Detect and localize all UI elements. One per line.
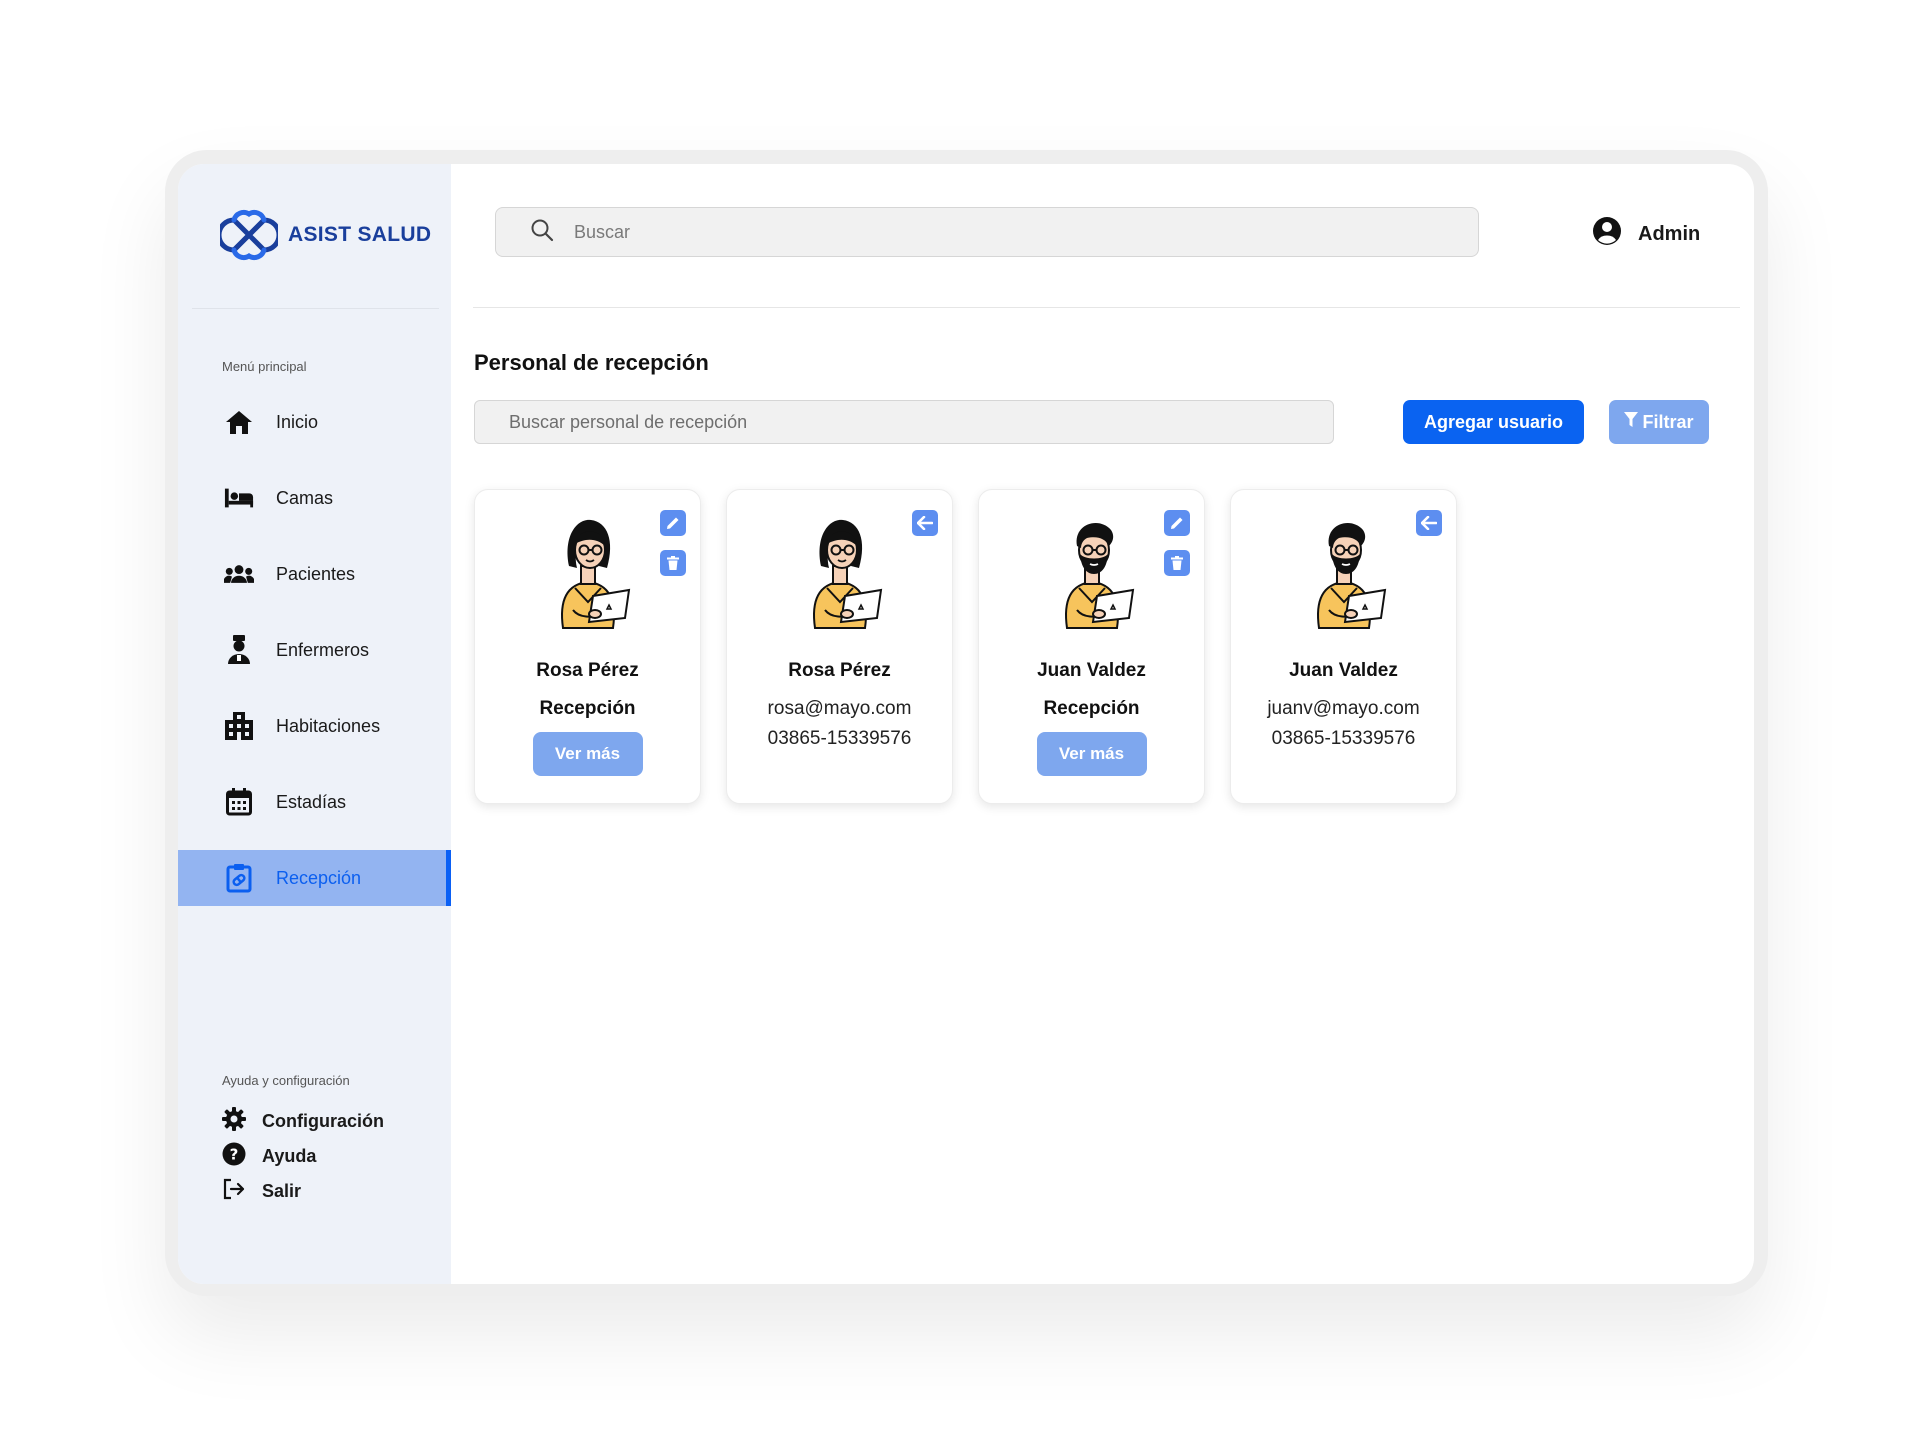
- staff-name: Rosa Pérez: [536, 660, 639, 681]
- staff-role: Recepción: [1043, 698, 1140, 719]
- man-laptop-avatar: [1316, 523, 1386, 629]
- staff-name: Rosa Pérez: [788, 660, 891, 681]
- help-item-label: Ayuda: [262, 1146, 317, 1166]
- sidebar-item-label: Recepción: [276, 867, 362, 888]
- sidebar-item-camas[interactable]: Camas: [178, 470, 451, 526]
- back-button[interactable]: [912, 510, 938, 536]
- back-button[interactable]: [1416, 510, 1442, 536]
- sidebar-item-label: Enfermeros: [276, 639, 370, 660]
- staff-card[interactable]: Juan Valdez juanv@mayo.com 03865-1533957…: [1230, 489, 1457, 804]
- bed-icon: [224, 483, 254, 513]
- sidebar: ASIST SALUD Menú principal Inicio Camas: [178, 164, 451, 1284]
- search-icon: [530, 218, 554, 247]
- edit-button[interactable]: [1164, 510, 1190, 536]
- staff-phone: 03865-15339576: [1271, 728, 1416, 749]
- sidebar-divider: [192, 308, 439, 309]
- users-icon: [224, 559, 254, 589]
- filter-label: Filtrar: [1642, 411, 1694, 432]
- question-icon: ?: [222, 1142, 246, 1171]
- sidebar-item-configuracion[interactable]: Configuración: [222, 1104, 384, 1139]
- staff-card[interactable]: Rosa Pérez rosa@mayo.com 03865-15339576: [726, 489, 953, 804]
- sidebar-item-inicio[interactable]: Inicio: [178, 394, 451, 450]
- user-name: Admin: [1638, 222, 1701, 245]
- back-arrow-icon: [917, 516, 933, 530]
- sidebar-item-label: Camas: [276, 487, 334, 508]
- home-icon: [224, 407, 254, 437]
- woman-laptop-avatar: [812, 519, 882, 629]
- staff-card-list: Rosa Pérez Recepción Ver más Rosa Pérez …: [474, 489, 1457, 804]
- sidebar-item-label: Estadías: [276, 791, 347, 812]
- logo-icon: [220, 210, 278, 260]
- user-menu[interactable]: Admin: [1592, 216, 1700, 252]
- card-actions: [1164, 510, 1190, 576]
- sidebar-item-enfermeros[interactable]: Enfermeros: [178, 622, 451, 678]
- clipboard-icon: [224, 863, 254, 893]
- card-actions: [1416, 510, 1442, 536]
- staff-email: juanv@mayo.com: [1267, 698, 1420, 719]
- main-content: Admin Personal de recepción Agregar usua…: [451, 164, 1754, 1284]
- delete-button[interactable]: [1164, 550, 1190, 576]
- header-divider: [473, 307, 1740, 308]
- nurse-icon: [224, 635, 254, 665]
- view-more-button[interactable]: Ver más: [532, 732, 643, 776]
- filter-button[interactable]: Filtrar: [1609, 400, 1709, 444]
- brand-name: ASIST SALUD: [288, 223, 432, 246]
- filter-icon: [1624, 411, 1639, 433]
- delete-button[interactable]: [660, 550, 686, 576]
- trash-icon: [667, 556, 679, 570]
- trash-icon: [1171, 556, 1183, 570]
- man-laptop-avatar: [1064, 523, 1134, 629]
- card-actions: [660, 510, 686, 576]
- help-menu: Configuración ? Ayuda Salir: [222, 1104, 384, 1209]
- woman-laptop-avatar: [560, 519, 630, 629]
- sidebar-item-label: Habitaciones: [276, 715, 381, 736]
- search-input[interactable]: [574, 221, 1374, 243]
- staff-search[interactable]: [474, 400, 1334, 444]
- edit-icon: [667, 517, 679, 529]
- card-actions: [912, 510, 938, 536]
- svg-text:?: ?: [230, 1146, 239, 1164]
- calendar-icon: [224, 787, 254, 817]
- staff-card[interactable]: Juan Valdez Recepción Ver más: [978, 489, 1205, 804]
- sidebar-item-ayuda[interactable]: ? Ayuda: [222, 1139, 384, 1174]
- add-user-button[interactable]: Agregar usuario: [1403, 400, 1584, 444]
- sidebar-nav: Inicio Camas Pacientes Enfermeros Habita…: [178, 394, 451, 926]
- sidebar-item-label: Pacientes: [276, 563, 356, 584]
- user-circle-icon: [1592, 216, 1622, 252]
- gear-icon: [222, 1107, 246, 1136]
- logout-icon: [222, 1177, 246, 1206]
- staff-email: rosa@mayo.com: [767, 698, 912, 719]
- building-icon: [224, 711, 254, 741]
- staff-search-input[interactable]: [509, 411, 1333, 433]
- staff-phone: 03865-15339576: [767, 728, 912, 749]
- global-search[interactable]: [495, 207, 1479, 257]
- main-menu-label: Menú principal: [222, 359, 307, 374]
- staff-card[interactable]: Rosa Pérez Recepción Ver más: [474, 489, 701, 804]
- app-window: ASIST SALUD Menú principal Inicio Camas: [178, 164, 1754, 1284]
- brand-logo[interactable]: ASIST SALUD: [220, 206, 431, 264]
- sidebar-item-label: Inicio: [276, 411, 319, 432]
- view-more-button[interactable]: Ver más: [1036, 732, 1147, 776]
- help-section-label: Ayuda y configuración: [222, 1073, 350, 1088]
- sidebar-item-habitaciones[interactable]: Habitaciones: [178, 698, 451, 754]
- staff-role: Recepción: [539, 698, 636, 719]
- sidebar-item-pacientes[interactable]: Pacientes: [178, 546, 451, 602]
- staff-name: Juan Valdez: [1037, 660, 1146, 681]
- edit-icon: [1171, 517, 1183, 529]
- help-item-label: Salir: [262, 1181, 302, 1201]
- staff-name: Juan Valdez: [1289, 660, 1398, 681]
- help-item-label: Configuración: [262, 1111, 384, 1131]
- page-title: Personal de recepción: [474, 350, 709, 375]
- back-arrow-icon: [1421, 516, 1437, 530]
- sidebar-item-salir[interactable]: Salir: [222, 1174, 384, 1209]
- sidebar-item-estadias[interactable]: Estadías: [178, 774, 451, 830]
- sidebar-item-recepcion[interactable]: Recepción: [178, 850, 451, 906]
- edit-button[interactable]: [660, 510, 686, 536]
